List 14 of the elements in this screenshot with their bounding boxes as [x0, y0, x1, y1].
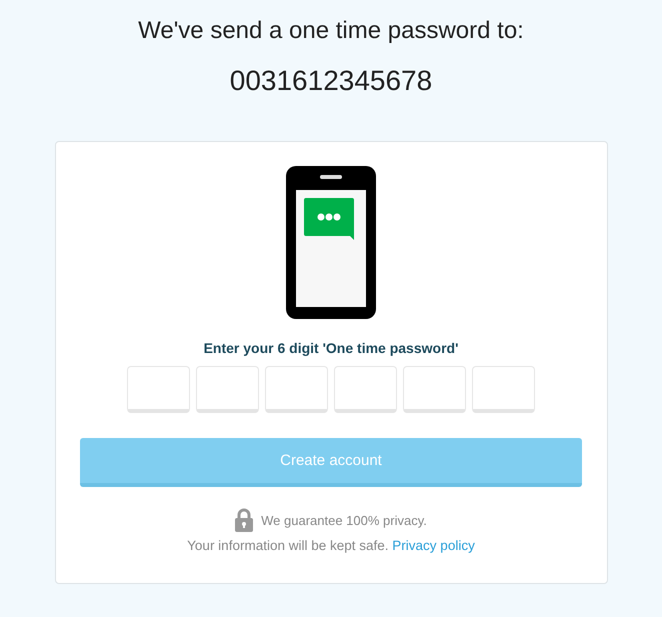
digit-field[interactable] — [127, 366, 190, 413]
privacy-policy-link[interactable]: Privacy policy — [392, 538, 475, 553]
digit-field[interactable] — [196, 366, 259, 413]
digit-field[interactable] — [403, 366, 466, 413]
privacy-note: Your information will be kept safe. — [187, 538, 389, 553]
otp-label: Enter your 6 digit 'One time password' — [204, 340, 458, 356]
phone-icon — [286, 166, 376, 319]
phone-number: 0031612345678 — [230, 64, 432, 98]
digit-field[interactable] — [265, 366, 328, 413]
privacy-guarantee: We guarantee 100% privacy. — [261, 512, 427, 528]
lock-icon — [235, 508, 254, 532]
digit-field[interactable] — [472, 366, 535, 413]
heading: We've send a one time password to: — [138, 16, 524, 46]
digit-field[interactable] — [334, 366, 397, 413]
